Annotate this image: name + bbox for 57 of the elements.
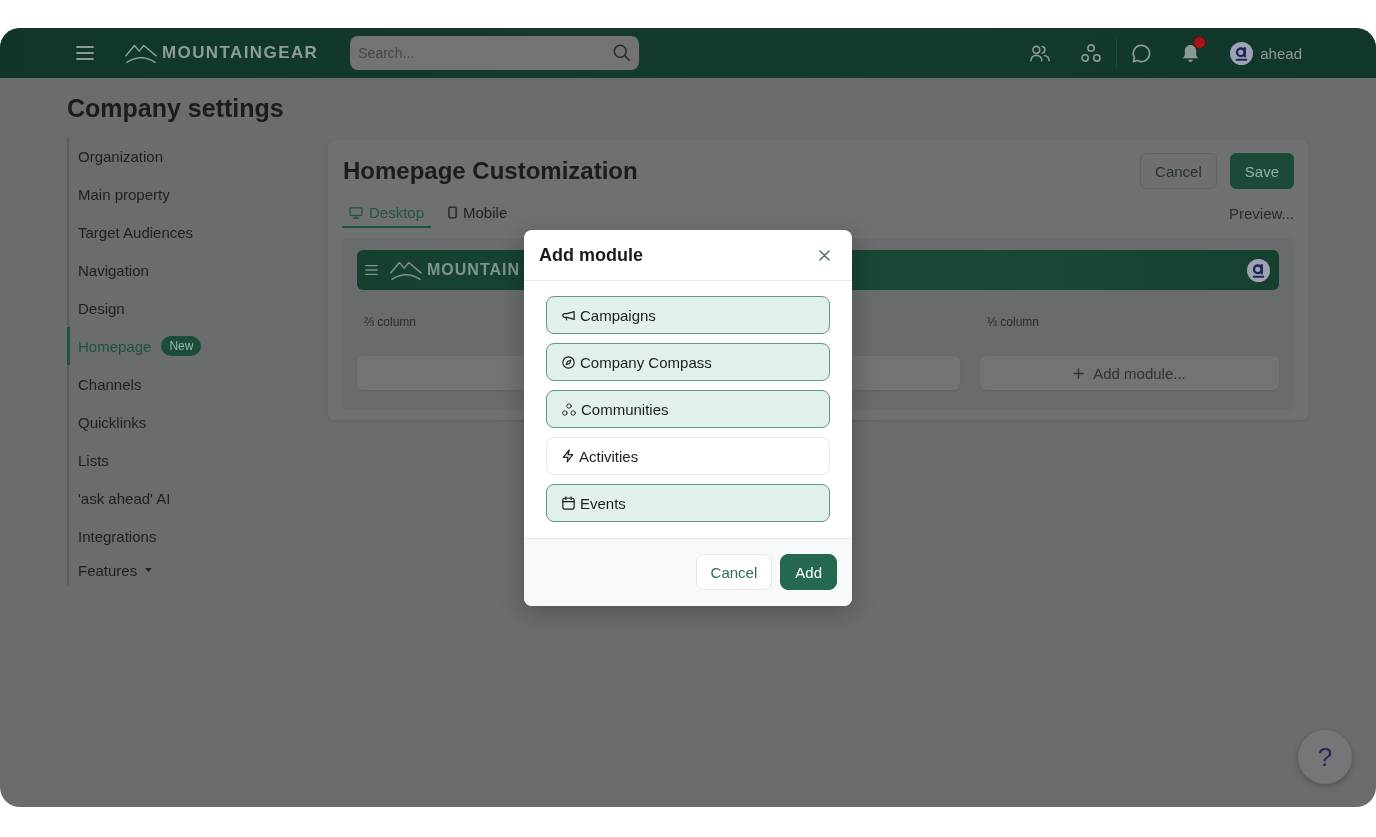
new-badge: New	[161, 336, 202, 356]
lightning-icon	[562, 449, 574, 463]
cancel-button[interactable]: Cancel	[1140, 153, 1217, 189]
panel-title: Homepage Customization	[343, 157, 638, 185]
view-tab[interactable]: Mobile	[441, 199, 515, 228]
module-option[interactable]: Communities	[546, 390, 830, 428]
sidebar-item[interactable]: Design	[67, 289, 125, 327]
avatar-icon	[1247, 258, 1270, 282]
chat-icon[interactable]	[1132, 43, 1152, 63]
communities-icon[interactable]	[1081, 44, 1102, 62]
dialog-title: Add module	[539, 244, 643, 266]
menu-icon[interactable]	[76, 46, 94, 60]
cancel-button[interactable]: Cancel	[695, 554, 773, 590]
preview-link[interactable]: Preview...	[1228, 205, 1294, 222]
add-module-button[interactable]: Add module...	[980, 356, 1279, 390]
brand-name: MOUNTAIN	[427, 261, 521, 279]
search-icon[interactable]	[613, 44, 631, 61]
communities-icon	[562, 402, 576, 416]
sidebar-item[interactable]: 'ask ahead' AI	[67, 479, 171, 517]
module-option[interactable]: Company Compass	[546, 343, 830, 381]
module-option[interactable]: Events	[546, 484, 830, 522]
avatar-icon[interactable]	[1230, 41, 1254, 65]
calendar-icon	[562, 496, 575, 510]
phone-icon	[448, 206, 458, 219]
plus-icon	[1073, 367, 1085, 379]
sidebar-item[interactable]: Channels	[67, 365, 142, 403]
sidebar-item[interactable]: Target Audiences	[67, 213, 194, 251]
sidebar-item[interactable]: Navigation	[67, 251, 149, 289]
brand-name: MOUNTAINGEAR	[162, 43, 319, 63]
sidebar-item[interactable]: Organization	[67, 137, 164, 175]
monitor-icon	[349, 206, 363, 219]
menu-icon	[365, 265, 378, 275]
module-option[interactable]: Activities	[546, 437, 830, 475]
close-button[interactable]	[819, 249, 830, 261]
sidebar-item[interactable]: Homepage	[67, 327, 152, 365]
bell-icon[interactable]	[1182, 43, 1200, 63]
help-button[interactable]: ?	[1298, 730, 1352, 784]
people-icon[interactable]	[1030, 44, 1051, 62]
mountain-logo-icon	[390, 259, 422, 281]
compass-icon	[562, 355, 575, 369]
column-label: ⅔ column	[363, 315, 417, 329]
sidebar-item[interactable]: Integrations	[67, 517, 157, 555]
column-label: ⅓ column	[986, 315, 1040, 329]
module-option[interactable]: Campaigns	[546, 296, 830, 334]
sidebar-item[interactable]: Lists	[67, 441, 109, 479]
page-title: Company settings	[67, 93, 284, 124]
user-name[interactable]: ahead	[1260, 44, 1302, 62]
save-button[interactable]: Save	[1229, 153, 1294, 189]
view-tab[interactable]: Desktop	[342, 199, 432, 228]
sidebar-item[interactable]: Main property	[67, 175, 170, 213]
megaphone-icon	[562, 309, 575, 321]
sidebar-item[interactable]: Quicklinks	[67, 403, 147, 441]
mountain-logo-icon	[125, 42, 157, 64]
add-button[interactable]: Add	[780, 554, 837, 590]
sidebar-item[interactable]: Features	[67, 555, 153, 585]
close-icon	[819, 249, 830, 261]
caret-icon	[145, 568, 153, 572]
